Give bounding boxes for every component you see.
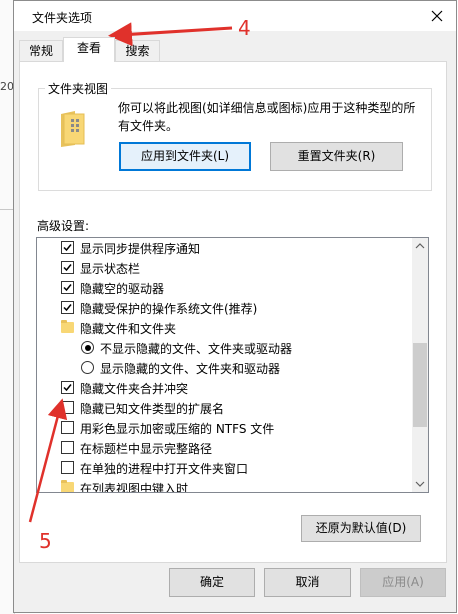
step-number-4: 4 xyxy=(238,16,251,40)
tab-view[interactable]: 查看 xyxy=(63,37,115,62)
arrow-to-extension-checkbox xyxy=(28,398,68,523)
annotation-arrows xyxy=(28,22,233,523)
tab-label: 查看 xyxy=(76,41,101,55)
step-number-5: 5 xyxy=(39,529,52,553)
arrow-to-view-tab xyxy=(108,22,233,47)
